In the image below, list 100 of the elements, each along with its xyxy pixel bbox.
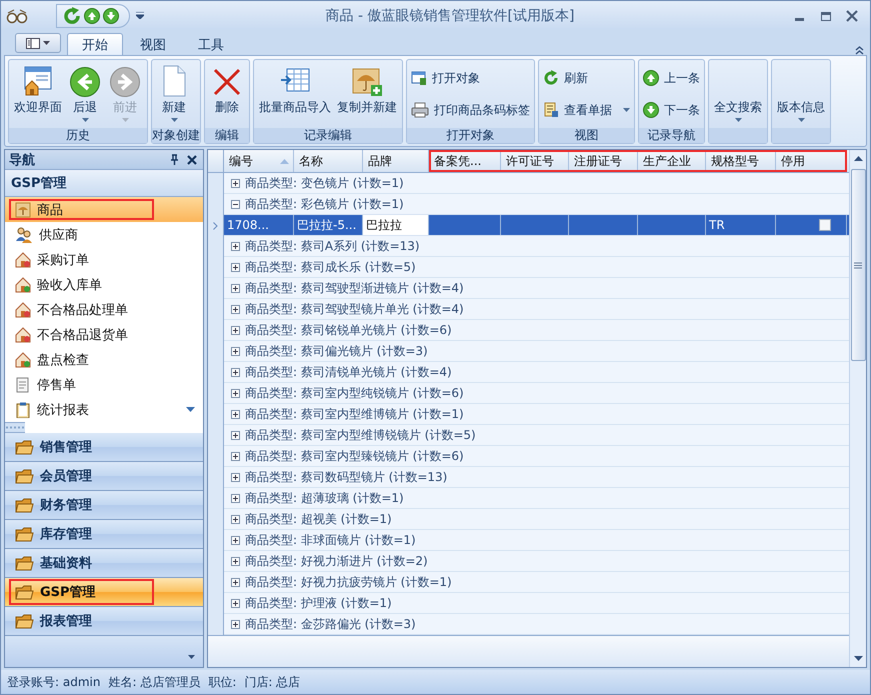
splitter-grip-icon[interactable] xyxy=(5,422,25,433)
group-row[interactable]: 商品类型: 超薄玻璃 (计数=1) xyxy=(224,488,849,509)
ribbon-button[interactable]: 复制并新建 xyxy=(334,61,400,128)
expand-icon[interactable] xyxy=(231,514,240,524)
expand-icon[interactable] xyxy=(231,598,240,608)
group-row[interactable]: 商品类型: 蔡司驾驶型渐进镜片 (计数=4) xyxy=(224,278,849,299)
expand-icon[interactable] xyxy=(231,452,240,460)
group-row[interactable]: 商品类型: 蔡司数码型镜片 (计数=13) xyxy=(224,467,849,488)
group-row[interactable]: 商品类型: 蔡司清锐单光镜片 (计数=4) xyxy=(224,362,849,383)
pin-icon[interactable] xyxy=(170,154,179,165)
nav-item[interactable]: 盘点检查 xyxy=(5,347,203,372)
nav-group-button[interactable]: 基础资料 xyxy=(5,549,203,578)
group-row[interactable]: 商品类型: 蔡司室内型纯锐镜片 (计数=6) xyxy=(224,383,849,404)
close-icon[interactable] xyxy=(846,10,858,22)
nav-item[interactable]: 不合格品处理单 xyxy=(5,297,203,322)
ribbon-button[interactable]: 打印商品条码标签 xyxy=(411,99,530,121)
group-row[interactable]: 商品类型: 蔡司成长乐 (计数=5) xyxy=(224,257,849,278)
refresh-icon[interactable] xyxy=(63,6,81,24)
ribbon-tab[interactable]: 视图 xyxy=(125,33,181,55)
scroll-thumb[interactable] xyxy=(850,169,866,361)
nav-item[interactable]: 统计报表 xyxy=(5,397,203,422)
nav-group-button[interactable]: 库存管理 xyxy=(5,520,203,549)
group-row[interactable]: 商品类型: 好视力渐进片 (计数=2) xyxy=(224,551,849,572)
collapse-ribbon-icon[interactable] xyxy=(855,46,864,55)
expand-icon[interactable] xyxy=(231,388,240,398)
expand-icon[interactable] xyxy=(231,620,240,628)
expand-icon[interactable] xyxy=(231,430,240,440)
nav-group-button[interactable]: GSP管理 xyxy=(5,578,203,607)
expand-icon[interactable] xyxy=(231,578,240,586)
group-row[interactable]: 商品类型: 蔡司驾驶型镜片单光 (计数=4) xyxy=(224,299,849,320)
ribbon-button[interactable]: 全文搜索 xyxy=(711,61,765,128)
ribbon-tab[interactable]: 开始 xyxy=(67,33,123,55)
nav-group-button[interactable]: 报表管理 xyxy=(5,607,203,636)
group-row[interactable]: 商品类型: 蔡司A系列 (计数=13) xyxy=(224,236,849,257)
column-header[interactable]: 编号 xyxy=(224,150,294,172)
nav-group-button[interactable]: 财务管理 xyxy=(5,491,203,520)
ribbon-button[interactable]: 打开对象 xyxy=(411,67,530,89)
ribbon-button[interactable]: 上一条 xyxy=(643,67,700,89)
nav-item[interactable]: 验收入库单 xyxy=(5,272,203,297)
expand-icon[interactable] xyxy=(231,494,240,502)
vertical-scrollbar[interactable] xyxy=(849,150,866,667)
expand-icon[interactable] xyxy=(231,410,240,418)
column-header[interactable]: 注册证号 xyxy=(569,150,638,172)
column-header[interactable]: 生产企业 xyxy=(638,150,706,172)
group-row[interactable]: 商品类型: 蔡司室内型臻锐镜片 (计数=6) xyxy=(224,446,849,467)
column-header[interactable]: 规格型号 xyxy=(706,150,776,172)
expand-icon[interactable] xyxy=(231,368,240,376)
ribbon-button[interactable]: 批量商品导入 xyxy=(256,61,334,128)
nav-group-button[interactable]: 会员管理 xyxy=(5,462,203,491)
nav-item[interactable]: 采购订单 xyxy=(5,247,203,272)
expand-icon[interactable] xyxy=(231,284,240,292)
group-row[interactable]: 商品类型: 蔡司室内型维博锐镜片 (计数=5) xyxy=(224,425,849,446)
group-row[interactable]: 商品类型: 超视美 (计数=1) xyxy=(224,509,849,530)
customize-caret-icon[interactable] xyxy=(136,12,144,19)
glasses-icon[interactable] xyxy=(6,8,28,24)
expand-icon[interactable] xyxy=(231,472,240,482)
scroll-down-icon[interactable] xyxy=(186,407,195,412)
expand-icon[interactable] xyxy=(231,304,240,314)
expand-icon[interactable] xyxy=(231,262,240,272)
column-header[interactable]: 备案凭... xyxy=(429,150,501,172)
ribbon-button[interactable]: 删除 xyxy=(207,61,247,128)
group-row[interactable]: 商品类型: 蔡司室内型维博镜片 (计数=1) xyxy=(224,404,849,425)
data-row[interactable]: 1708... 巴拉拉-5... 巴拉拉 TR xyxy=(224,215,849,236)
group-row[interactable]: 商品类型: 护理液 (计数=1) xyxy=(224,593,849,614)
nav-group-button[interactable]: 销售管理 xyxy=(5,433,203,462)
expand-icon[interactable] xyxy=(231,346,240,356)
expand-icon[interactable] xyxy=(231,178,240,188)
nav-item[interactable]: 停售单 xyxy=(5,372,203,397)
ribbon-tab[interactable]: 工具 xyxy=(183,33,239,55)
ribbon-button[interactable]: 刷新 xyxy=(543,67,630,89)
ribbon-button[interactable]: 新建 xyxy=(154,61,194,128)
close-icon[interactable] xyxy=(187,154,197,164)
scroll-down-icon[interactable] xyxy=(854,656,862,661)
nav-item[interactable]: 不合格品退货单 xyxy=(5,322,203,347)
checkbox[interactable] xyxy=(818,219,830,231)
group-row[interactable]: 商品类型: 变色镜片 (计数=1) xyxy=(224,173,849,194)
expand-icon[interactable] xyxy=(231,556,240,566)
scroll-up-icon[interactable] xyxy=(854,156,862,161)
nav-item[interactable]: 商品 xyxy=(5,197,203,222)
group-row[interactable]: 商品类型: 蔡司铭锐单光镜片 (计数=6) xyxy=(224,320,849,341)
application-menu-button[interactable] xyxy=(15,33,61,53)
ribbon-button[interactable]: 查看单据 xyxy=(543,99,630,121)
column-header[interactable]: 许可证号 xyxy=(501,150,569,172)
ribbon-button[interactable]: 版本信息 xyxy=(774,61,828,128)
expand-icon[interactable] xyxy=(231,242,240,250)
expand-icon[interactable] xyxy=(231,536,240,544)
group-row[interactable]: 商品类型: 好视力抗疲劳镜片 (计数=1) xyxy=(224,572,849,593)
group-row[interactable]: 商品类型: 蔡司偏光镜片 (计数=3) xyxy=(224,341,849,362)
ribbon-button[interactable]: 下一条 xyxy=(643,99,700,121)
document-icon xyxy=(15,376,31,392)
column-header[interactable]: 停用 xyxy=(776,150,847,172)
column-header[interactable]: 名称 xyxy=(294,150,363,172)
group-row[interactable]: 商品类型: 非球面镜片 (计数=1) xyxy=(224,530,849,551)
collapse-icon[interactable] xyxy=(231,200,240,208)
ribbon-button[interactable]: 欢迎界面 xyxy=(11,61,65,128)
nav-item[interactable]: 供应商 xyxy=(5,222,203,247)
column-header[interactable]: 品牌 xyxy=(363,150,429,172)
expand-icon[interactable] xyxy=(231,326,240,334)
overflow-caret-icon[interactable] xyxy=(188,655,195,659)
ribbon-button[interactable]: 后退 xyxy=(65,61,105,128)
